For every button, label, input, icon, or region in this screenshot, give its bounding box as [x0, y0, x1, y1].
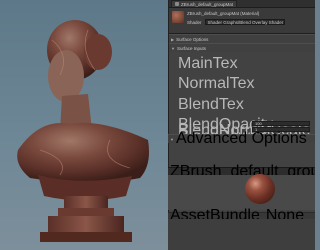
chevron-down-icon: ▼ [171, 45, 175, 51]
shader-value: Shader Graphs/Blend Overlay Shader [207, 19, 284, 25]
section-label: Surface Inputs [176, 45, 206, 51]
material-name: ZBrush_default_groupMat (Material) [187, 11, 260, 16]
section-label: Surface Options [176, 36, 209, 42]
inspector-titlebar: ZBrush_default_groupMat [169, 0, 315, 8]
material-header: ZBrush_default_groupMat (Material) Shade… [169, 8, 315, 34]
preview-sphere [245, 174, 275, 204]
marble-bust-model [17, 20, 150, 242]
material-preview[interactable] [168, 175, 315, 210]
tab-label: ZBrush_default_groupMat [181, 1, 234, 7]
inspector-empty-area [168, 219, 315, 250]
assetbundle-bar: AssetBundle None [168, 207, 315, 224]
app-root: ZBrush_default_groupMat ZBrush_default_g… [0, 0, 315, 250]
section-surface-inputs[interactable]: ▼ Surface Inputs [169, 43, 315, 52]
chevron-down-icon: ▼ [170, 136, 174, 142]
section-label: Advanced Options [175, 130, 307, 147]
preview-header[interactable]: ZBrush_default_groupMat [168, 163, 315, 180]
blendnormalscale-field[interactable]: 100 [252, 121, 310, 126]
prop-normaltex: NormalTex [178, 75, 255, 92]
scene-viewport[interactable] [0, 0, 168, 250]
section-surface-options[interactable]: ▶ Surface Options [169, 34, 315, 43]
prop-blendtex: BlendTex [178, 96, 244, 113]
chevron-right-icon: ▶ [171, 36, 175, 42]
material-thumbnail-icon [172, 11, 184, 23]
prop-maintex: MainTex [178, 55, 238, 72]
shader-dropdown[interactable]: Shader Graphs/Blend Overlay Shader [204, 19, 285, 25]
shader-label: Shader [187, 19, 202, 25]
tab-material[interactable]: ZBrush_default_groupMat [171, 0, 238, 7]
material-icon [175, 2, 179, 6]
section-advanced-options[interactable]: ▼ Advanced Options [168, 130, 315, 147]
